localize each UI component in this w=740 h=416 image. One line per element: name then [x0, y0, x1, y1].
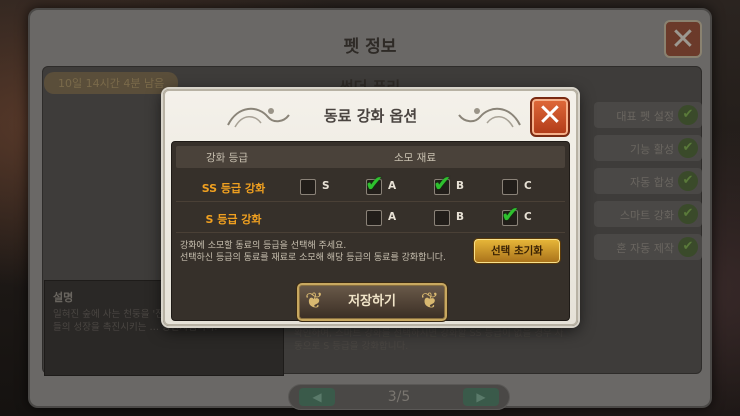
row-label: S 등급 강화 [205, 213, 262, 226]
option-label: 대표 펫 설정 [616, 110, 674, 123]
ss-option-b-checkbox[interactable]: ✔ [433, 172, 451, 197]
option-label: A [388, 180, 397, 192]
header-grade: 강화 등급 [206, 152, 248, 164]
save-button[interactable]: ❦ 저장하기 ❦ [297, 283, 447, 321]
option-function[interactable]: 기능 활성 ✔ [594, 135, 702, 161]
s-option-a-checkbox[interactable] [366, 210, 382, 226]
table-header: 강화 등급 소모 재료 [176, 146, 565, 168]
page-navigator: ◀ 3/5 ▶ [288, 384, 510, 410]
option-label: B [456, 180, 465, 192]
ss-option-s-checkbox[interactable] [300, 179, 316, 195]
info-line-1: 강화에 소모할 동료의 등급을 선택해 주세요. [180, 241, 347, 251]
reset-selection-button[interactable]: 선택 초기화 [473, 238, 561, 264]
check-icon: ✔ [678, 204, 698, 224]
ss-option-a-checkbox[interactable]: ✔ [365, 172, 383, 197]
row-label: SS 등급 강화 [201, 182, 266, 195]
s-option-c-checkbox[interactable]: ✔ [501, 203, 519, 228]
time-remaining-badge: 10일 14시간 4분 남음 [44, 72, 179, 94]
pet-option-list: 대표 펫 설정 ✔ 기능 활성 ✔ 자동 합성 ✔ 스마트 강화 ✔ 혼 자동 제작 ✔ [594, 102, 702, 267]
header-material: 소모 재료 [394, 152, 436, 164]
option-label: 자동 합성 [630, 176, 674, 189]
close-button[interactable]: ✕ [664, 20, 702, 58]
option-main-pet[interactable]: 대표 펫 설정 ✔ [594, 102, 702, 128]
swirl-left-icon: ❦ [305, 289, 324, 314]
ss-grade-row: SS 등급 강화 S ✔ A ✔ B C [176, 172, 565, 202]
option-label: C [524, 180, 532, 192]
save-label: 저장하기 [348, 294, 396, 309]
option-auto-merge[interactable]: 자동 합성 ✔ [594, 168, 702, 194]
checkmark-icon: ✔ [365, 172, 384, 197]
option-label: S [322, 180, 330, 192]
option-auto-soul[interactable]: 혼 자동 제작 ✔ [594, 234, 702, 260]
info-line-2: 선택하신 등급의 동료를 재료로 소모해 해당 등급의 동료를 강화합니다. [180, 253, 446, 264]
arrow-right-icon: ▶ [476, 390, 486, 404]
option-label: A [388, 211, 397, 223]
close-icon: ✕ [670, 21, 696, 57]
enhance-option-dialog: 동료 강화 옵션 ✕ 강화 등급 소모 재료 SS 등급 강화 S ✔ A ✔ … [163, 89, 578, 326]
swirl-right-icon: ❦ [420, 289, 439, 314]
option-smart-enhance[interactable]: 스마트 강화 ✔ [594, 201, 702, 227]
option-label: 스마트 강화 [619, 209, 674, 222]
check-icon: ✔ [678, 237, 698, 257]
info-area: 강화에 소모할 동료의 등급을 선택해 주세요. 선택하신 등급의 동료를 재료… [176, 234, 565, 272]
check-icon: ✔ [678, 171, 698, 191]
option-description-text: 확인하여, 스마트 강화를 선택하시면 강화할 SS 등급이 없을 경우 자동으… [294, 328, 564, 352]
s-option-b-checkbox[interactable] [434, 210, 450, 226]
checkmark-icon: ✔ [501, 203, 520, 228]
info-text: 강화에 소모할 동료의 등급을 선택해 주세요. 선택하신 등급의 동료를 재료… [180, 240, 446, 264]
option-label: C [524, 211, 532, 223]
pet-info-title: 펫 정보 [343, 37, 397, 57]
ornament-right-icon [458, 107, 521, 128]
s-grade-row: S 등급 강화 A B ✔ C [176, 203, 565, 233]
check-icon: ✔ [678, 105, 698, 125]
next-page-button[interactable]: ▶ [463, 388, 499, 406]
option-label: 기능 활성 [630, 143, 674, 156]
option-label: 혼 자동 제작 [616, 242, 674, 255]
option-label: B [456, 211, 465, 223]
ss-option-c-checkbox[interactable] [502, 179, 518, 195]
close-icon: ✕ [537, 98, 563, 133]
check-icon: ✔ [678, 138, 698, 158]
dialog-close-button[interactable]: ✕ [530, 97, 570, 137]
checkmark-icon: ✔ [433, 172, 452, 197]
